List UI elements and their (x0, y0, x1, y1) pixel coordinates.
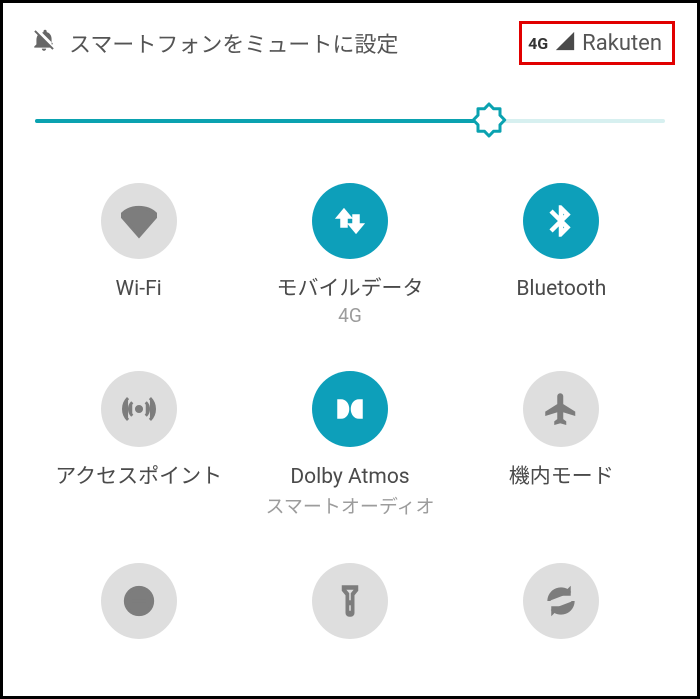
tile-flashlight[interactable] (244, 563, 455, 639)
tiles-grid: Wi-Fi モバイルデータ 4G Bluetooth (3, 135, 697, 639)
dnd-icon (101, 563, 177, 639)
tile-mobile-data[interactable]: モバイルデータ 4G (244, 183, 455, 327)
carrier-box: 4G Rakuten (519, 21, 675, 65)
rotate-icon (523, 563, 599, 639)
tile-wifi[interactable]: Wi-Fi (33, 183, 244, 327)
bluetooth-icon (523, 183, 599, 259)
tile-airplane[interactable]: 機内モード (456, 371, 667, 519)
tile-label: Bluetooth (516, 277, 606, 302)
status-row: スマートフォンをミュートに設定 4G Rakuten (3, 3, 697, 73)
mute-status[interactable]: スマートフォンをミュートに設定 (31, 27, 398, 59)
tile-rotate[interactable] (456, 563, 667, 639)
airplane-icon (523, 371, 599, 447)
tile-sub: 4G (338, 304, 362, 327)
slider-fill (35, 119, 489, 123)
tile-label: モバイルデータ (276, 277, 423, 302)
carrier-name: Rakuten (582, 31, 662, 56)
tile-dnd[interactable] (33, 563, 244, 639)
mute-label: スマートフォンをミュートに設定 (69, 27, 398, 59)
brightness-thumb-icon[interactable] (471, 102, 507, 138)
dolby-icon (312, 371, 388, 447)
wifi-icon (101, 183, 177, 259)
flashlight-icon (312, 563, 388, 639)
network-type: 4G (528, 34, 548, 53)
mobile-data-icon (312, 183, 388, 259)
hotspot-icon (101, 371, 177, 447)
brightness-slider[interactable] (35, 105, 665, 135)
tile-hotspot[interactable]: アクセスポイント (33, 371, 244, 519)
tile-sub: スマートオーディオ (265, 492, 434, 519)
quick-settings-panel: スマートフォンをミュートに設定 4G Rakuten Wi-Fi (0, 0, 700, 699)
tile-label: アクセスポイント (55, 465, 222, 490)
tile-bluetooth[interactable]: Bluetooth (456, 183, 667, 327)
signal-icon (554, 30, 576, 56)
bell-off-icon (31, 27, 57, 59)
tile-dolby[interactable]: Dolby Atmos スマートオーディオ (244, 371, 455, 519)
tile-label: Dolby Atmos (290, 465, 409, 490)
tile-label: 機内モード (509, 465, 614, 490)
tile-label: Wi-Fi (116, 277, 162, 302)
